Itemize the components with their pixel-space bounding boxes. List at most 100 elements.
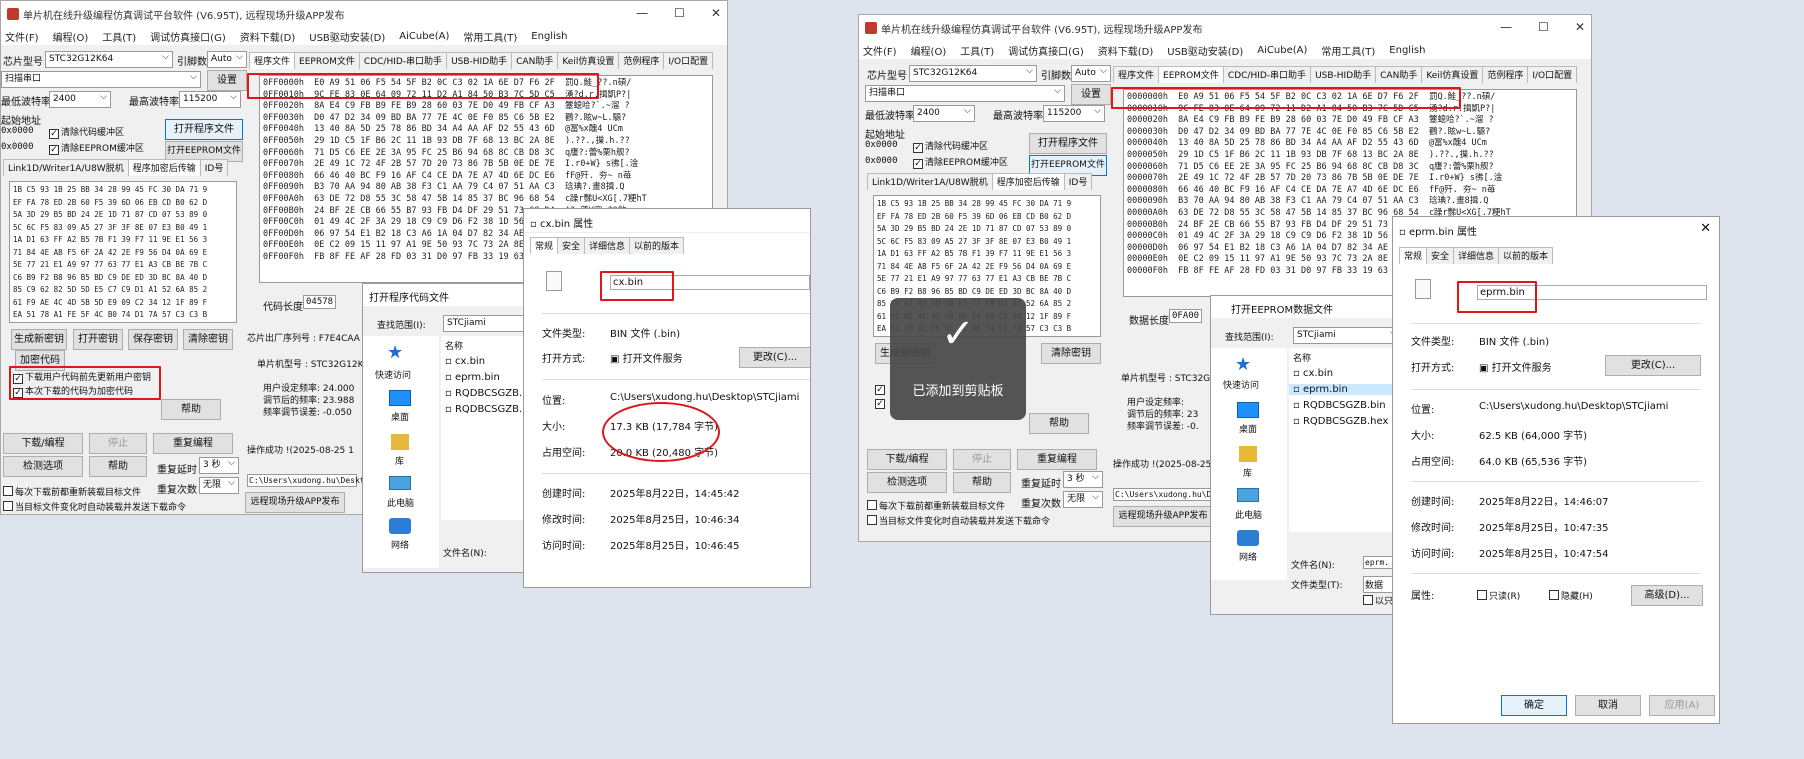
open-key-button[interactable]: 打开密钥 [73,329,123,350]
check-options-button[interactable]: 检测选项 [3,456,83,477]
readonly-checkbox[interactable]: 以只 [1363,594,1393,607]
folder-select[interactable]: STCjiami [1293,326,1399,344]
cancel-button[interactable]: 取消 [1575,695,1641,716]
tab-usbhid[interactable]: USB-HID助手 [446,52,513,69]
tab-general[interactable]: 常规 [1399,247,1428,264]
repeat-program-button[interactable]: 重复编程 [1017,449,1097,470]
tab-eeprom-file[interactable]: EEPROM文件 [1158,66,1224,83]
path-field[interactable]: C:\Users\xudong.hu\Deskto [1113,488,1235,501]
pin-select[interactable]: Auto [1071,64,1111,82]
auto-load-checkbox[interactable]: 当目标文件变化时自动装载并发送下载命令 [867,514,1050,527]
auto-load-checkbox[interactable]: 当目标文件变化时自动装载并发送下载命令 [3,500,186,513]
tab-general[interactable]: 常规 [530,237,559,254]
place-network[interactable]: 网络 [391,538,409,551]
stop-button[interactable]: 停止 [89,433,147,454]
place-quick[interactable]: 快速访问 [375,368,411,381]
place-quick[interactable]: 快速访问 [1223,378,1259,391]
file-item[interactable]: ▫ cx.bin [1293,368,1333,379]
file-item[interactable]: ▫ RQDBCSGZB.hex [1293,416,1388,427]
help-button[interactable]: 帮助 [161,399,221,420]
publish-app-button[interactable]: 远程现场升级APP发布 [245,492,345,513]
close-icon[interactable]: ✕ [711,6,721,20]
addr-code[interactable]: 0x0000 [865,140,898,150]
help-button[interactable]: 帮助 [1029,413,1089,434]
menu-program[interactable]: 编程(O) [911,43,947,58]
save-key-button[interactable]: 保存密钥 [128,329,178,350]
place-desktop[interactable]: 桌面 [391,410,409,423]
place-pc[interactable]: 此电脑 [1235,508,1262,521]
count-select[interactable]: 无限 [199,476,239,494]
file-item-selected[interactable]: ▫ eprm.bin [1289,384,1399,395]
menu-common[interactable]: 常用工具(T) [1321,43,1375,58]
name-column-header[interactable]: 名称 [445,339,463,352]
settings-button[interactable]: 设置 [207,70,247,91]
file-item[interactable]: ▫ eprm.bin [445,372,500,383]
tab-examples[interactable]: 范例程序 [1482,66,1529,83]
addr-code[interactable]: 0x0000 [1,126,34,136]
tab-id[interactable]: ID号 [199,159,229,176]
maximize-icon[interactable]: ☐ [1538,20,1549,34]
clear-key-button[interactable]: 清除密钥 [183,329,233,350]
chip-select[interactable]: STC32G12K64 [909,64,1037,82]
maximize-icon[interactable]: ☐ [674,6,685,20]
apply-button[interactable]: 应用(A) [1649,695,1715,716]
menu-debug[interactable]: 调试仿真接口(G) [150,29,226,44]
ok-button[interactable]: 确定 [1501,695,1567,716]
scan-port-select[interactable]: 扫描串口 [865,84,1065,102]
open-program-file-button[interactable]: 打开程序文件 [165,119,243,140]
menu-english[interactable]: English [1389,45,1425,56]
menu-tools[interactable]: 工具(T) [102,29,136,44]
clear-code-checkbox[interactable]: ✓ 清除代码缓冲区 [913,139,988,153]
menu-common[interactable]: 常用工具(T) [463,29,517,44]
file-item[interactable]: ▫ RQDBCSGZB.l [445,404,525,415]
menu-aicube[interactable]: AiCube(A) [1257,45,1307,56]
menu-usb[interactable]: USB驱动安装(D) [309,29,385,44]
delay-select[interactable]: 3 秒 [199,456,239,474]
help-button-2[interactable]: 帮助 [89,456,147,477]
menu-download[interactable]: 资料下载(D) [240,29,296,44]
min-baud-select[interactable]: 2400 [913,104,975,122]
tab-id[interactable]: ID号 [1063,173,1093,190]
max-baud-select[interactable]: 115200 [179,90,241,108]
check-options-button[interactable]: 检测选项 [867,472,947,493]
reload-checkbox[interactable]: 每次下载前都重新装载目标文件 [3,485,141,498]
publish-app-button[interactable]: 远程现场升级APP发布 [1113,506,1213,527]
minimize-icon[interactable]: — [636,6,648,20]
min-baud-select[interactable]: 2400 [49,90,111,108]
tab-details[interactable]: 详细信息 [1453,247,1500,264]
tab-encrypt-transfer[interactable]: 程序加密后传输 [991,173,1065,190]
change-button[interactable]: 更改(C)... [739,347,810,368]
file-item[interactable]: ▫ RQDBCSGZB.l [445,388,525,399]
addr-eeprom[interactable]: 0x0000 [865,156,898,166]
menu-tools[interactable]: 工具(T) [960,43,994,58]
count-select[interactable]: 无限 [1063,490,1103,508]
place-pc[interactable]: 此电脑 [387,496,414,509]
tab-program-file[interactable]: 程序文件 [1113,66,1160,83]
tab-keil[interactable]: Keil仿真设置 [1421,66,1484,83]
path-field[interactable]: C:\Users\xudong.hu\Deskto [247,474,369,487]
repeat-program-button[interactable]: 重复编程 [153,433,233,454]
place-library[interactable]: 库 [1243,466,1252,479]
tab-security[interactable]: 安全 [1426,247,1455,264]
help-button-2[interactable]: 帮助 [953,472,1011,493]
pin-select[interactable]: Auto [207,50,247,68]
close-icon[interactable]: ✕ [1575,20,1585,34]
download-button[interactable]: 下载/编程 [3,433,83,454]
tab-link1d[interactable]: Link1D/Writer1A/U8W脱机 [867,173,993,190]
tab-cdc[interactable]: CDC/HID-串口助手 [358,52,448,69]
file-item[interactable]: ▫ cx.bin [445,356,485,367]
tab-examples[interactable]: 范例程序 [618,52,665,69]
stop-button[interactable]: 停止 [953,449,1011,470]
tab-previous[interactable]: 以前的版本 [629,237,685,254]
delay-select[interactable]: 3 秒 [1063,470,1103,488]
tab-usbhid[interactable]: USB-HID助手 [1310,66,1377,83]
settings-button[interactable]: 设置 [1071,84,1111,105]
menu-file[interactable]: 文件(F) [863,43,897,58]
place-desktop[interactable]: 桌面 [1239,422,1257,435]
tab-keil[interactable]: Keil仿真设置 [557,52,620,69]
menu-program[interactable]: 编程(O) [53,29,89,44]
close-icon[interactable]: ✕ [1700,221,1711,236]
minimize-icon[interactable]: — [1500,20,1512,34]
file-item[interactable]: ▫ RQDBCSGZB.bin [1293,400,1386,411]
tab-link1d[interactable]: Link1D/Writer1A/U8W脱机 [3,159,129,176]
